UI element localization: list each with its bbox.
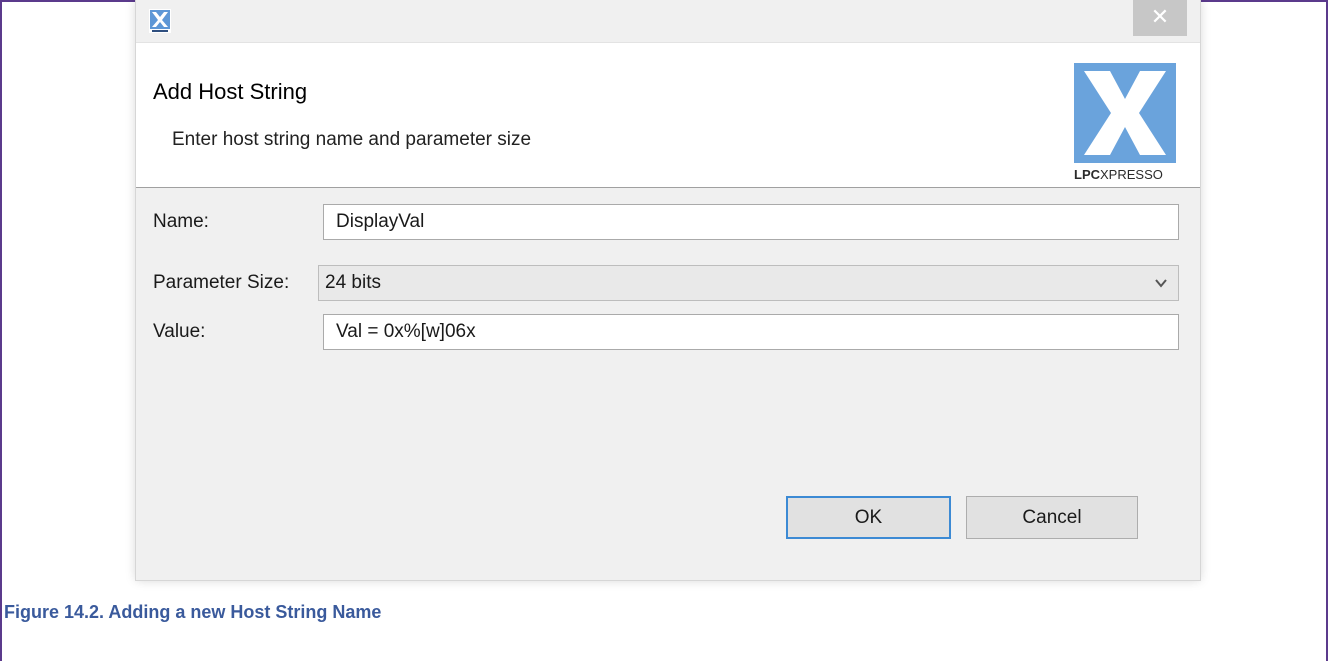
ok-button[interactable]: OK [786,496,951,539]
parameter-size-row: Parameter Size: 24 bits [136,265,1200,301]
name-input[interactable]: DisplayVal [323,204,1179,240]
value-row: Value: Val = 0x%[w]06x [136,314,1200,350]
parameter-size-value: 24 bits [325,272,381,293]
cancel-button[interactable]: Cancel [966,496,1138,539]
value-label: Value: [153,321,206,342]
close-button[interactable]: ✕ [1133,0,1187,36]
brand-text-light: XPRESSO [1100,167,1163,182]
value-input[interactable]: Val = 0x%[w]06x [323,314,1179,350]
svg-text:LPCXPRESSO: LPCXPRESSO [1074,167,1163,182]
name-row: Name: DisplayVal [136,204,1200,240]
parameter-size-select[interactable]: 24 bits [318,265,1179,301]
dialog-subtitle: Enter host string name and parameter siz… [172,129,532,150]
lpcxpresso-app-icon [149,9,171,33]
add-host-string-dialog: ✕ Add Host String Enter host string name… [136,0,1200,580]
dialog-title: Add Host String [153,79,308,104]
title-bar: ✕ [136,0,1200,42]
parameter-size-label: Parameter Size: [153,272,290,293]
name-label: Name: [153,211,209,232]
dialog-banner: Add Host String Enter host string name a… [136,42,1200,188]
chevron-down-icon [1155,279,1167,288]
figure-caption: Figure 14.2. Adding a new Host String Na… [4,602,382,622]
lpcxpresso-logo-icon: LPCXPRESSO [1074,63,1176,182]
brand-text-bold: LPC [1074,167,1101,182]
